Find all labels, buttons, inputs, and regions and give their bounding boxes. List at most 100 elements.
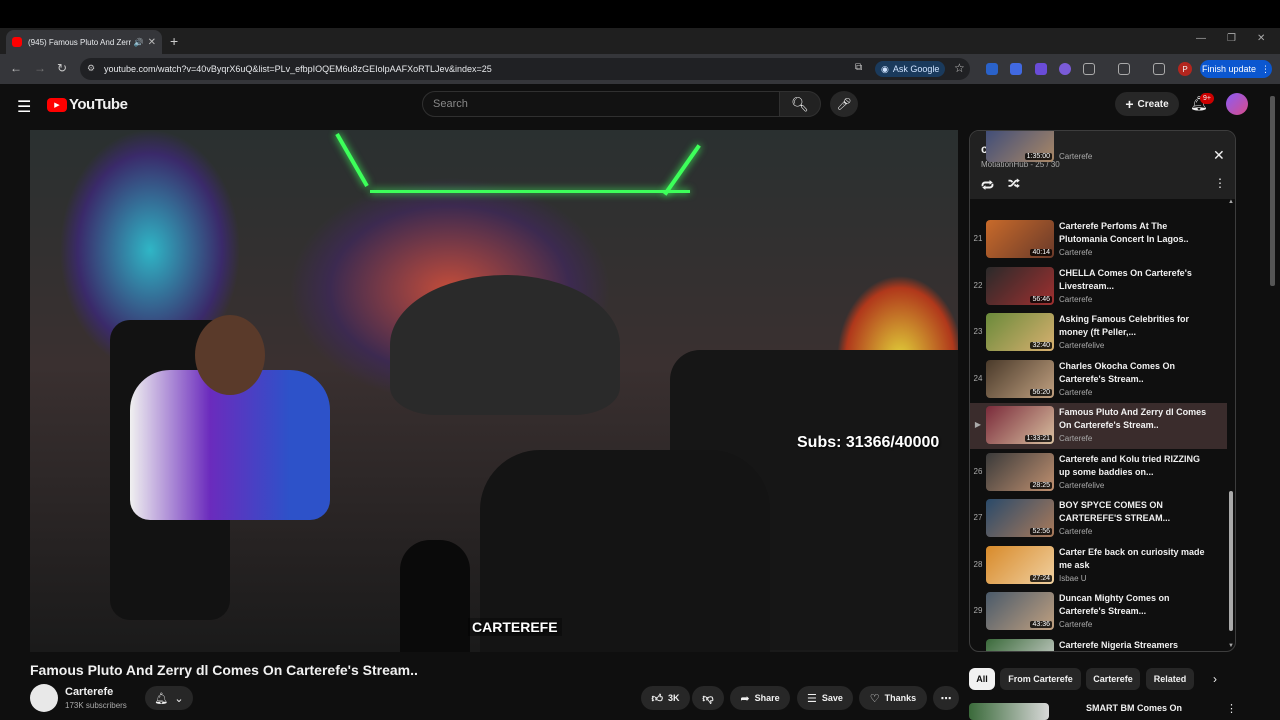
chevron-right-icon[interactable]: › xyxy=(1213,672,1217,686)
tab-search-icon[interactable] xyxy=(1118,63,1130,75)
next-video-title[interactable]: SMART BM Comes On xyxy=(1086,703,1182,713)
share-button[interactable]: ➦ Share xyxy=(730,686,790,710)
speaker-icon[interactable]: 🔊 xyxy=(134,38,144,47)
channel-name[interactable]: Carterefe xyxy=(65,686,113,698)
chip-all[interactable]: All xyxy=(969,668,995,690)
playlist-thumbnail[interactable]: 28:25 xyxy=(986,453,1054,491)
reload-icon[interactable]: ↻ xyxy=(57,61,67,75)
browser-tab[interactable]: (945) Famous Pluto And Zerry dl 🔊 ✕ xyxy=(6,30,162,54)
cast-icon[interactable]: ⧉ xyxy=(855,62,862,73)
next-video-more-icon[interactable]: ⋮ xyxy=(1226,702,1237,715)
playlist-index: 26 xyxy=(973,467,983,476)
chip-from-carterefe[interactable]: From Carterefe xyxy=(1000,668,1081,690)
finish-update-button[interactable]: Finish update ⋮ xyxy=(1200,60,1272,78)
playlist-thumbnail[interactable]: 56:46 xyxy=(986,267,1054,305)
video-player[interactable]: Subs: 31366/40000 CARTEREFE xyxy=(30,130,958,652)
playlist-thumbnail[interactable]: 27:24 xyxy=(986,546,1054,584)
close-tab-icon[interactable]: ✕ xyxy=(148,37,156,48)
playlist-item[interactable]: 21 40:14 Carterefe Perfoms At The Plutoman… xyxy=(970,217,1227,263)
playlist-item[interactable]: 1:35:00 Carterefe xyxy=(970,131,1227,167)
save-button[interactable]: ☰ Save xyxy=(797,686,853,710)
duration-badge: 56:46 xyxy=(1030,296,1052,303)
close-window-icon[interactable]: ✕ xyxy=(1257,33,1265,44)
playlist-item[interactable]: 29 43:36 Duncan Mighty Comes on Carterefe'… xyxy=(970,589,1227,635)
voice-search-button[interactable]: 🎤︎ xyxy=(830,91,858,117)
extension-shield-icon[interactable] xyxy=(1035,63,1047,75)
reading-list-icon[interactable] xyxy=(1153,63,1165,75)
loop-icon[interactable]: 🔁︎ xyxy=(981,176,994,195)
back-icon[interactable]: ← xyxy=(10,61,22,75)
playlist-thumbnail[interactable]: 56:20 xyxy=(986,360,1054,398)
extension-translate-icon[interactable] xyxy=(1010,63,1022,75)
channel-avatar[interactable] xyxy=(30,684,58,712)
extension-cloud-icon[interactable] xyxy=(1059,63,1071,75)
os-top-bar xyxy=(0,0,1280,28)
site-info-icon[interactable]: ⚙ xyxy=(87,63,95,74)
minimize-icon[interactable]: — xyxy=(1196,33,1206,44)
playlist-item-title: Duncan Mighty Comes on Carterefe's Strea… xyxy=(1059,593,1170,616)
next-video-thumbnail[interactable] xyxy=(969,703,1049,720)
lens-icon: ◉ xyxy=(881,63,889,74)
playlist-more-icon[interactable]: ⋮ xyxy=(1214,176,1226,190)
youtube-logo[interactable]: ▶ YouTube xyxy=(47,96,128,113)
like-count: 3K xyxy=(667,693,680,703)
account-avatar[interactable] xyxy=(1226,93,1248,115)
chip-carterefe[interactable]: Carterefe xyxy=(1086,668,1140,690)
restore-icon[interactable]: ❐ xyxy=(1227,33,1236,44)
playlist-thumbnail[interactable]: 43:36 xyxy=(986,592,1054,630)
playlist-item-title: Charles Okocha Comes On Carterefe's Stre… xyxy=(1059,361,1176,384)
ask-google-button[interactable]: ◉ Ask Google xyxy=(875,61,946,77)
playlist-item[interactable]: Carterefe Nigeria Streamers xyxy=(970,636,1227,651)
playlist-scrollbar[interactable] xyxy=(1229,491,1233,631)
profile-avatar[interactable]: P xyxy=(1178,62,1192,76)
scroll-up-icon[interactable]: ▲ xyxy=(1228,199,1234,205)
playlist-item[interactable]: 28 27:24 Carter Efe back on curiosity made… xyxy=(970,543,1227,589)
playlist-thumbnail[interactable]: 32:40 xyxy=(986,313,1054,351)
finish-update-label: Finish update xyxy=(1201,64,1257,74)
playlist-thumbnail[interactable]: 1:35:00 xyxy=(986,131,1054,162)
page-scrollbar[interactable] xyxy=(1270,96,1275,286)
playlist-item[interactable]: 22 56:46 CHELLA Comes On Carterefe's Lives… xyxy=(970,264,1227,310)
playlist-thumbnail[interactable]: 52:56 xyxy=(986,499,1054,537)
playlist-thumbnail[interactable]: 1:33:21 xyxy=(986,406,1054,444)
thumbs-down-icon: 👎︎ xyxy=(702,692,714,705)
dislike-button[interactable]: 👎︎ xyxy=(692,686,724,710)
search-button[interactable]: 🔍︎ xyxy=(779,91,821,117)
duration-badge: 27:24 xyxy=(1030,575,1052,582)
playlist-index: 21 xyxy=(973,234,983,243)
forward-icon[interactable]: → xyxy=(34,61,46,75)
playlist-index: 23 xyxy=(973,327,983,336)
thanks-button[interactable]: ♡ Thanks xyxy=(859,686,927,710)
more-horiz-icon: ⋯ xyxy=(940,692,952,705)
more-actions-button[interactable]: ⋯ xyxy=(933,686,959,710)
playlist-item-channel: Carterefe xyxy=(1059,295,1093,304)
playlist-item[interactable]: 27 52:56 BOY SPYCE COMES ON CARTEREFE'S ST… xyxy=(970,496,1227,542)
create-button[interactable]: + Create xyxy=(1115,92,1179,116)
playlist-index: 22 xyxy=(973,281,983,290)
like-button[interactable]: 👍︎ 3K xyxy=(641,686,690,710)
search-input[interactable]: Search xyxy=(422,91,780,117)
new-tab-button[interactable]: + xyxy=(170,33,178,49)
playlist-item[interactable]: 24 56:20 Charles Okocha Comes On Carterefe… xyxy=(970,357,1227,403)
playlist-item-channel: Isbae U xyxy=(1059,574,1087,583)
shuffle-icon[interactable]: 🔀︎ xyxy=(1008,176,1020,193)
playlist-item[interactable]: ▶ 1:33:21 Famous Pluto And Zerry dl Comes … xyxy=(970,403,1227,449)
hamburger-menu-icon[interactable]: ☰ xyxy=(17,97,31,117)
playlist-index: 29 xyxy=(973,606,983,615)
save-icon: ☰ xyxy=(807,692,817,705)
subscribed-button[interactable]: 🔔︎ ⌄ xyxy=(145,686,193,710)
share-label: Share xyxy=(754,693,780,703)
playlist-thumbnail[interactable]: 40:14 xyxy=(986,220,1054,258)
url-text[interactable]: youtube.com/watch?v=40vByqrX6uQ&list=PLv… xyxy=(104,64,492,74)
extension-n-icon[interactable] xyxy=(986,63,998,75)
playlist-thumbnail[interactable] xyxy=(986,639,1054,651)
duration-badge: 28:25 xyxy=(1030,482,1052,489)
bookmark-star-icon[interactable]: ☆ xyxy=(954,61,965,75)
playlist-item[interactable]: 26 28:25 Carterefe and Kolu tried RIZZING … xyxy=(970,450,1227,496)
extensions-puzzle-icon[interactable] xyxy=(1083,63,1095,75)
playlist-index: 27 xyxy=(973,513,983,522)
chip-related[interactable]: Related xyxy=(1146,668,1194,690)
playlist-item[interactable]: 23 32:40 Asking Famous Celebrities for mon… xyxy=(970,310,1227,356)
duration-badge: 52:56 xyxy=(1030,528,1052,535)
scroll-down-icon[interactable]: ▼ xyxy=(1228,643,1234,649)
